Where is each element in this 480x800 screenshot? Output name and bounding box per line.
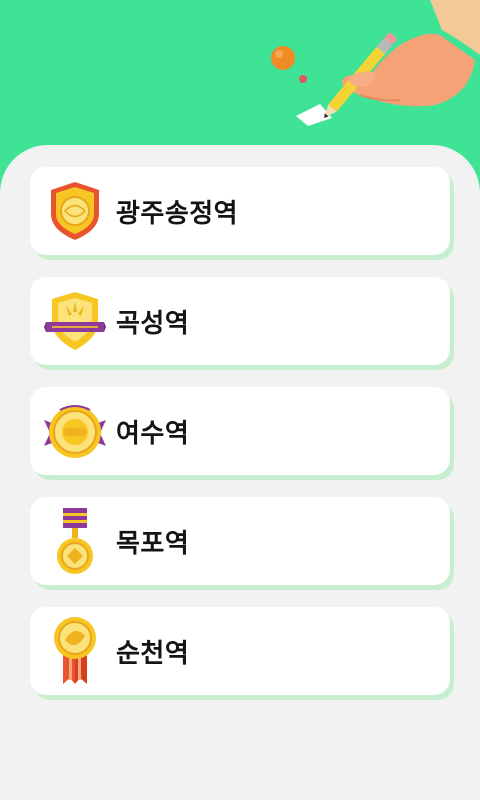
station-card-gwangju-songjeong[interactable]: 광주송정역 bbox=[30, 167, 450, 255]
winged-coin-badge-icon bbox=[40, 396, 110, 466]
station-label: 광주송정역 bbox=[116, 198, 239, 229]
station-list: 광주송정역 곡성역 여수역 목포역 순천역 bbox=[30, 167, 450, 717]
banner-shield-badge-icon bbox=[40, 286, 110, 356]
station-card-suncheon[interactable]: 순천역 bbox=[30, 607, 450, 695]
hand-writing-illustration bbox=[271, 0, 480, 126]
shield-badge-icon bbox=[40, 176, 110, 246]
station-label: 목포역 bbox=[116, 528, 190, 559]
gold-medal-icon bbox=[40, 616, 110, 686]
station-label: 곡성역 bbox=[116, 308, 190, 339]
station-card-yeosu[interactable]: 여수역 bbox=[30, 387, 450, 475]
ribbon-medal-icon bbox=[40, 506, 110, 576]
station-label: 여수역 bbox=[116, 418, 190, 449]
station-card-mokpo[interactable]: 목포역 bbox=[30, 497, 450, 585]
station-card-gokseong[interactable]: 곡성역 bbox=[30, 277, 450, 365]
station-label: 순천역 bbox=[116, 638, 190, 669]
